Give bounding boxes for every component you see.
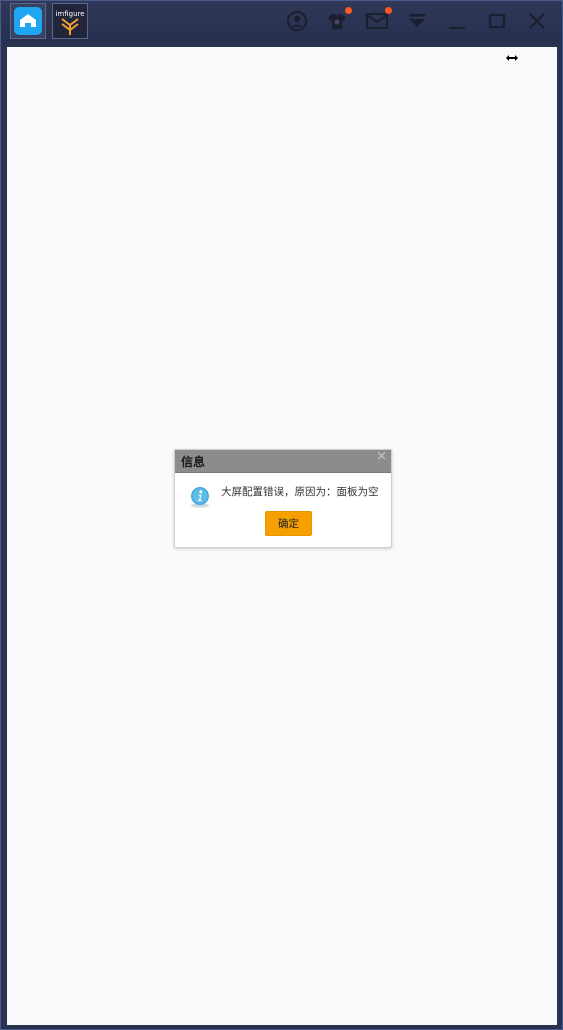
tab-imfigure-app[interactable]: imfigure — [52, 3, 88, 39]
info-icon — [191, 487, 209, 508]
titlebar: imfigure — [1, 1, 562, 42]
tshirt-notification-dot — [345, 7, 352, 14]
dialog-title: 信息 — [181, 455, 206, 469]
dialog-header: 信息 × — [175, 449, 391, 473]
dialog-close-button[interactable]: × — [376, 449, 387, 464]
account-icon[interactable] — [285, 9, 309, 33]
home-icon — [20, 14, 36, 27]
app-window: imfigure 信息 × 大屏配置错误，原因为：面板为空 确定 — [0, 0, 563, 1030]
dialog-message: 大屏配置错误，原因为：面板为空 — [221, 486, 379, 498]
resize-horizontal-cursor-icon — [506, 55, 518, 61]
minimize-icon[interactable] — [445, 9, 469, 33]
app-logo-text: imfigure — [55, 10, 84, 18]
tab-home[interactable] — [10, 3, 46, 39]
ok-button[interactable]: 确定 — [265, 511, 312, 536]
imfigure-app-icon: imfigure — [54, 5, 86, 37]
mail-notification-dot — [385, 7, 392, 14]
dropdown-menu-icon[interactable] — [405, 9, 429, 33]
close-icon[interactable] — [525, 9, 549, 33]
maximize-icon[interactable] — [485, 9, 509, 33]
info-dialog: 信息 × 大屏配置错误，原因为：面板为空 确定 — [174, 449, 392, 548]
